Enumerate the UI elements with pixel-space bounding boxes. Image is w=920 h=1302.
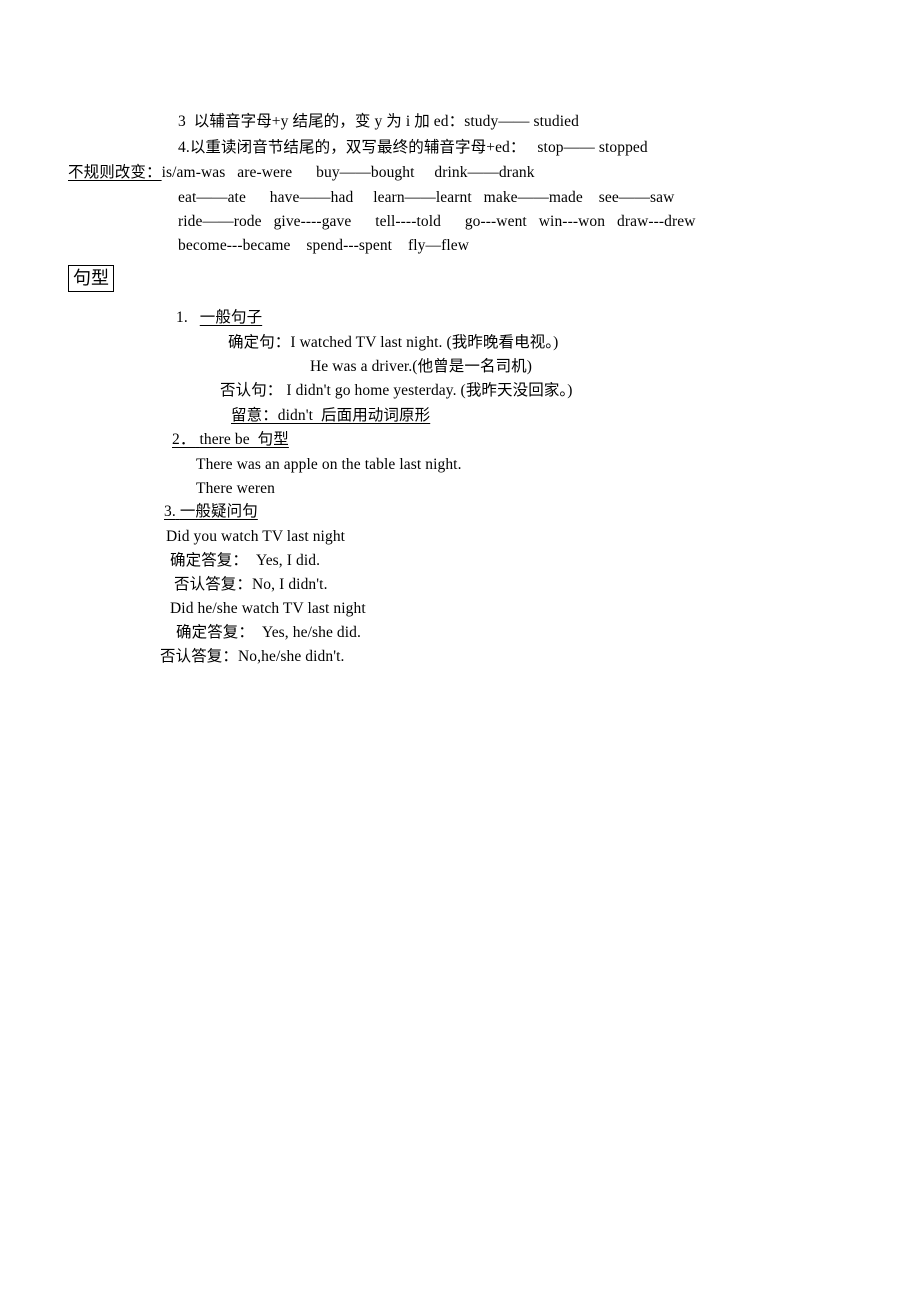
section-heading-sentence-patterns: 句型	[68, 265, 114, 292]
pattern-2-line: There weren	[196, 480, 275, 497]
pattern-heading-2: 2． there be 句型	[172, 430, 289, 449]
pattern-3-line: Did he/she watch TV last night	[170, 600, 366, 617]
pattern-heading-3: 3. 一般疑问句	[164, 502, 258, 521]
pattern-number-3: 3.	[164, 503, 176, 520]
irregular-verbs-label: 不规则改变：	[68, 164, 162, 181]
spelling-rule-4: 4.以重读闭音节结尾的，双写最终的辅音字母+ed： stop—— stopped	[178, 139, 648, 156]
pattern-1-line: 确定句：I watched TV last night. (我昨晚看电视。)	[228, 334, 559, 351]
irregular-verbs-row: ride——rode give----gave tell----told go-…	[178, 213, 696, 230]
pattern-1-line: He was a driver.(他曾是一名司机)	[310, 358, 533, 375]
pattern-1-note: 留意：didn't 后面用动词原形	[231, 407, 431, 424]
pattern-3-line: 确定答复： Yes, he/she did.	[176, 624, 362, 641]
pattern-3-line: Did you watch TV last night	[166, 528, 346, 545]
irregular-verbs-row: eat——ate have——had learn——learnt make——m…	[178, 189, 675, 206]
pattern-number-1: 1.	[176, 309, 188, 326]
pattern-heading-1: 1. 一般句子	[176, 308, 262, 327]
spelling-rule-3: 3 以辅音字母+y 结尾的，变 y 为 i 加 ed：study—— studi…	[178, 113, 579, 130]
pattern-title-2: there be 句型	[199, 431, 289, 448]
pattern-title-1: 一般句子	[199, 309, 263, 326]
pattern-title-3: 一般疑问句	[179, 503, 258, 520]
document-page: 3 以辅音字母+y 结尾的，变 y 为 i 加 ed：study—— studi…	[0, 0, 920, 1302]
irregular-verbs-first-line-rest: is/am-was are-were buy——bought drink——dr…	[161, 164, 535, 181]
irregular-verbs-row: become---became spend---spent fly—flew	[178, 237, 470, 254]
pattern-3-line: 确定答复： Yes, I did.	[170, 552, 321, 569]
pattern-3-line: 否认答复：No, I didn't.	[174, 576, 328, 593]
pattern-1-line: 否认句： I didn't go home yesterday. (我昨天没回家…	[220, 382, 573, 399]
pattern-number-2: 2．	[172, 431, 196, 448]
pattern-3-line: 否认答复：No,he/she didn't.	[160, 648, 345, 665]
pattern-2-line: There was an apple on the table last nig…	[196, 456, 462, 473]
irregular-verbs-first-line: 不规则改变：is/am-was are-were buy——bought dri…	[68, 163, 535, 182]
